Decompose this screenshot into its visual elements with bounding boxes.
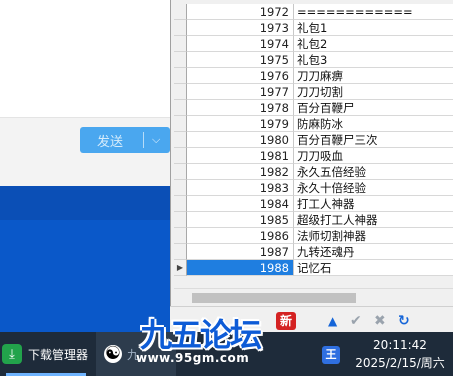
input-method-icon[interactable]: 王	[322, 346, 340, 364]
row-indicator[interactable]	[174, 180, 187, 196]
clock-date: 2025/2/15/周六	[355, 356, 445, 370]
desktop-stripe	[0, 186, 170, 220]
cell-id[interactable]: 1976	[187, 68, 294, 84]
cell-name[interactable]: 礼包2	[294, 36, 453, 52]
table-row[interactable]: 1976 刀刀麻痹	[174, 68, 453, 84]
send-button[interactable]: 发送 ⌵	[80, 127, 170, 153]
table-row[interactable]: ▶ 1988 记忆石	[174, 260, 453, 276]
cell-id[interactable]: 1987	[187, 244, 294, 260]
row-indicator[interactable]	[174, 100, 187, 116]
horizontal-scrollbar[interactable]	[174, 288, 453, 306]
row-indicator[interactable]	[174, 84, 187, 100]
row-indicator[interactable]	[174, 52, 187, 68]
cell-name[interactable]: 防麻防冰	[294, 116, 453, 132]
scrollbar-thumb[interactable]	[192, 293, 356, 303]
row-indicator[interactable]	[174, 196, 187, 212]
table-row[interactable]: 1986 法师切割神器	[174, 228, 453, 244]
cell-id[interactable]: 1980	[187, 132, 294, 148]
cell-id[interactable]: 1982	[187, 164, 294, 180]
cell-name[interactable]: 刀刀切割	[294, 84, 453, 100]
cell-id[interactable]: 1979	[187, 116, 294, 132]
system-clock[interactable]: 20:11:42 2025/2/15/周六	[350, 336, 450, 372]
clock-time: 20:11:42	[373, 338, 427, 352]
cell-id[interactable]: 1981	[187, 148, 294, 164]
row-indicator[interactable]	[174, 132, 187, 148]
cell-name[interactable]: 永久十倍经验	[294, 180, 453, 196]
table-row[interactable]: 1983 永久十倍经验	[174, 180, 453, 196]
screen: 发送 ⌵ 1972 ============ 1973 礼包1 1974 礼包2 1975 礼…	[0, 0, 453, 376]
cell-name[interactable]: 百分百鞭尸	[294, 100, 453, 116]
cell-name[interactable]: 刀刀麻痹	[294, 68, 453, 84]
cell-id[interactable]: 1975	[187, 52, 294, 68]
table-row[interactable]: 1972 ============	[174, 4, 453, 20]
row-indicator[interactable]	[174, 244, 187, 260]
cell-name[interactable]: 永久五倍经验	[294, 164, 453, 180]
cell-name[interactable]: 百分百鞭尸三次	[294, 132, 453, 148]
send-button-divider	[143, 132, 144, 148]
cell-name[interactable]: 礼包1	[294, 20, 453, 36]
cell-name[interactable]: 刀刀吸血	[294, 148, 453, 164]
cell-id[interactable]: 1977	[187, 84, 294, 100]
table-row[interactable]: 1980 百分百鞭尸三次	[174, 132, 453, 148]
yinyang-icon: ☯	[104, 343, 122, 364]
row-indicator[interactable]	[174, 212, 187, 228]
table-row[interactable]: 1985 超级打工人神器	[174, 212, 453, 228]
cell-id[interactable]: 1978	[187, 100, 294, 116]
watermark-url: www.95gm.com	[136, 351, 250, 365]
row-indicator[interactable]	[174, 164, 187, 180]
download-manager-icon: ⤓	[2, 344, 22, 364]
confirm-icon[interactable]: ✔	[350, 314, 362, 328]
watermark-seal: 新	[276, 312, 296, 330]
cell-id[interactable]: 1984	[187, 196, 294, 212]
taskbar-item-download-manager[interactable]: ⤓ 下载管理器	[0, 332, 92, 376]
table-row[interactable]: 1981 刀刀吸血	[174, 148, 453, 164]
row-indicator[interactable]	[174, 116, 187, 132]
cell-id[interactable]: 1983	[187, 180, 294, 196]
table-row[interactable]: 1979 防麻防冰	[174, 116, 453, 132]
cell-name[interactable]: 法师切割神器	[294, 228, 453, 244]
table-row[interactable]: 1987 九转还魂丹	[174, 244, 453, 260]
table-row[interactable]: 1984 打工人神器	[174, 196, 453, 212]
cell-id[interactable]: 1986	[187, 228, 294, 244]
table-row[interactable]: 1973 礼包1	[174, 20, 453, 36]
row-indicator[interactable]	[174, 68, 187, 84]
chevron-down-icon[interactable]: ⌵	[152, 133, 160, 147]
up-icon[interactable]: ▲	[328, 314, 337, 328]
cancel-icon[interactable]: ✖	[374, 314, 386, 328]
cell-name[interactable]: 九转还魂丹	[294, 244, 453, 260]
refresh-icon[interactable]: ↻	[398, 314, 410, 328]
grid-empty-area	[174, 276, 453, 288]
table-row[interactable]: 1982 永久五倍经验	[174, 164, 453, 180]
table-row[interactable]: 1977 刀刀切割	[174, 84, 453, 100]
row-indicator[interactable]	[174, 20, 187, 36]
row-indicator[interactable]: ▶	[174, 260, 187, 276]
cell-name[interactable]: 记忆石	[294, 260, 453, 276]
cell-id[interactable]: 1973	[187, 20, 294, 36]
cell-id[interactable]: 1972	[187, 4, 294, 20]
table-row[interactable]: 1974 礼包2	[174, 36, 453, 52]
row-indicator[interactable]	[174, 148, 187, 164]
cell-name[interactable]: 超级打工人神器	[294, 212, 453, 228]
cell-name[interactable]: 礼包3	[294, 52, 453, 68]
cell-id[interactable]: 1974	[187, 36, 294, 52]
send-button-label: 发送	[97, 134, 124, 150]
watermark-title: 九五论坛	[140, 316, 262, 354]
row-indicator[interactable]	[174, 36, 187, 52]
cell-id[interactable]: 1985	[187, 212, 294, 228]
cell-id[interactable]: 1988	[187, 260, 294, 276]
taskbar-item-label: 下载管理器	[28, 347, 89, 362]
row-indicator[interactable]	[174, 4, 187, 20]
row-indicator[interactable]	[174, 228, 187, 244]
cell-name[interactable]: 打工人神器	[294, 196, 453, 212]
table-row[interactable]: 1975 礼包3	[174, 52, 453, 68]
table-row[interactable]: 1978 百分百鞭尸	[174, 100, 453, 116]
cell-name[interactable]: ============	[294, 4, 453, 20]
